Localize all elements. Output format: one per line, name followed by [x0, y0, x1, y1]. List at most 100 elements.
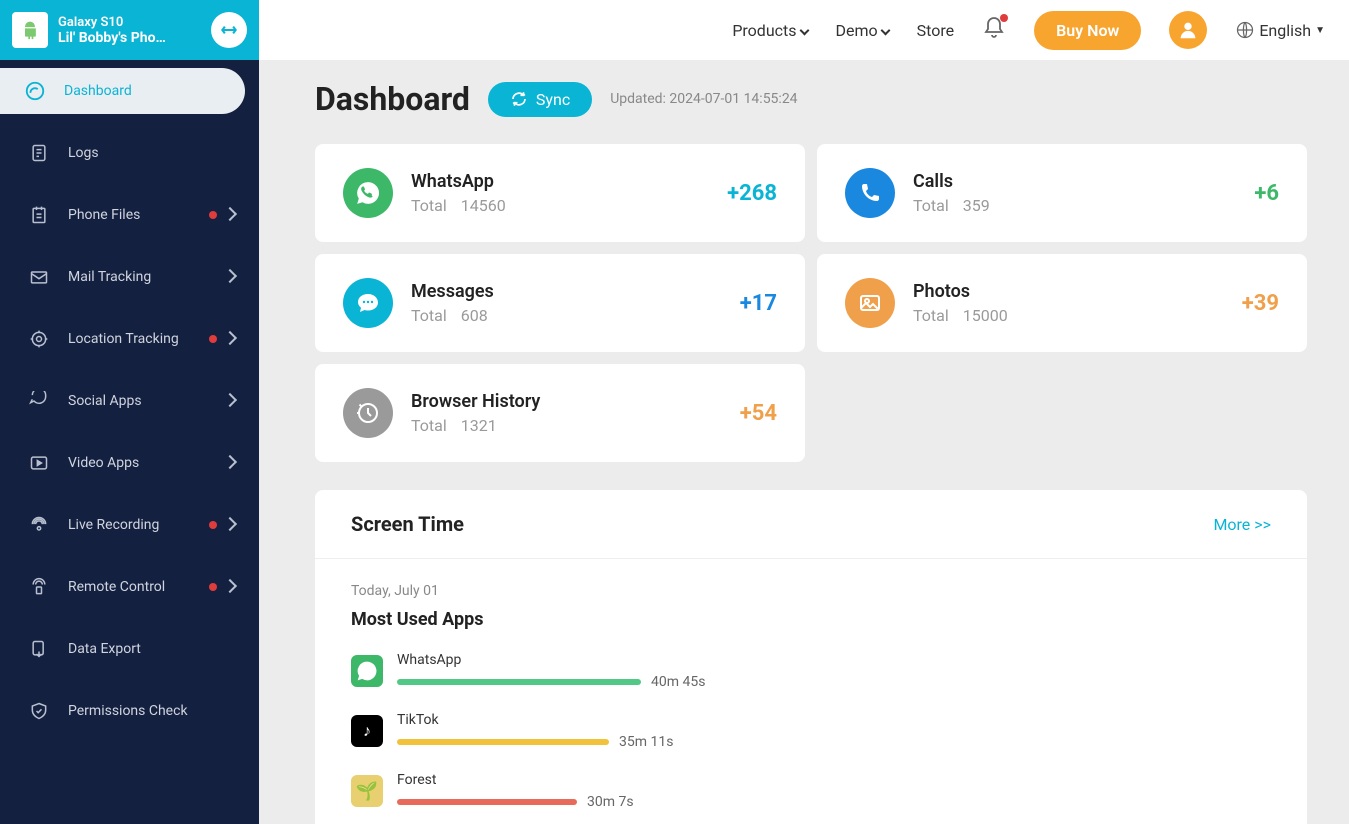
card-delta: +268 [727, 181, 777, 206]
app-time: 40m 45s [651, 674, 705, 690]
sidebar-icon [28, 700, 50, 722]
chevron-right-icon [225, 579, 241, 595]
sidebar-icon [28, 266, 50, 288]
alert-dot [209, 211, 217, 219]
language-label: English [1259, 21, 1311, 40]
device-selector[interactable]: Galaxy S10 Lil' Bobby's Pho… [0, 0, 259, 60]
sidebar-item-location-tracking[interactable]: Location Tracking [0, 308, 259, 370]
nav-demo[interactable]: Demo [836, 21, 889, 40]
sidebar-icon [28, 204, 50, 226]
chevron-down-icon [880, 25, 890, 35]
sidebar-item-logs[interactable]: Logs [0, 122, 259, 184]
sidebar-item-remote-control[interactable]: Remote Control [0, 556, 259, 618]
card-title: Photos [913, 281, 1242, 302]
app-name: TikTok [397, 712, 1271, 728]
nav-products[interactable]: Products [732, 21, 807, 40]
app-icon [351, 655, 383, 687]
device-model: Galaxy S10 [58, 15, 211, 30]
card-total: Total608 [411, 306, 740, 325]
card-messages[interactable]: Messages Total608+17 [315, 254, 805, 352]
screen-time-title: Screen Time [351, 512, 464, 536]
sidebar-item-label: Remote Control [68, 579, 209, 595]
sidebar-icon [24, 80, 46, 102]
android-icon [12, 12, 48, 48]
sidebar-item-live-recording[interactable]: Live Recording [0, 494, 259, 556]
updated-text: Updated: 2024-07-01 14:55:24 [610, 91, 797, 107]
sidebar-icon [28, 576, 50, 598]
sync-icon [510, 90, 528, 108]
switch-device-icon[interactable] [211, 12, 247, 48]
sidebar-item-mail-tracking[interactable]: Mail Tracking [0, 246, 259, 308]
alert-dot [209, 335, 217, 343]
nav-store[interactable]: Store [917, 21, 954, 40]
caret-down-icon: ▼ [1315, 25, 1325, 36]
chevron-right-icon [225, 331, 241, 347]
screen-time-more[interactable]: More >> [1213, 515, 1271, 534]
buy-now-button[interactable]: Buy Now [1034, 11, 1141, 50]
sync-button[interactable]: Sync [488, 82, 592, 117]
buy-now-label: Buy Now [1056, 21, 1119, 40]
sidebar-item-label: Social Apps [68, 393, 225, 409]
sidebar-item-label: Logs [68, 145, 241, 161]
card-delta: +17 [740, 291, 777, 316]
sidebar-item-phone-files[interactable]: Phone Files [0, 184, 259, 246]
card-icon [343, 388, 393, 438]
app-icon: 🌱 [351, 775, 383, 807]
sidebar-item-dashboard[interactable]: Dashboard [0, 68, 245, 114]
sidebar-item-data-export[interactable]: Data Export [0, 618, 259, 680]
usage-bar [397, 679, 641, 685]
alert-dot [209, 583, 217, 591]
chevron-right-icon [225, 455, 241, 471]
card-total: Total14560 [411, 196, 727, 215]
usage-bar [397, 799, 577, 805]
sidebar-item-video-apps[interactable]: Video Apps [0, 432, 259, 494]
app-name: Forest [397, 772, 1271, 788]
sidebar-item-label: Video Apps [68, 455, 225, 471]
avatar[interactable] [1169, 11, 1207, 49]
sidebar-item-label: Data Export [68, 641, 241, 657]
language-selector[interactable]: English ▼ [1235, 20, 1325, 40]
app-time: 30m 7s [587, 794, 634, 810]
nav-store-label: Store [917, 21, 954, 40]
sidebar-item-permissions-check[interactable]: Permissions Check [0, 680, 259, 742]
card-delta: +39 [1242, 291, 1279, 316]
app-row-whatsapp: WhatsApp 40m 45s [351, 652, 1271, 690]
chevron-right-icon [225, 517, 241, 533]
card-title: Calls [913, 171, 1254, 192]
card-icon [845, 168, 895, 218]
notifications-button[interactable] [982, 16, 1006, 44]
nav-demo-label: Demo [836, 21, 878, 40]
sidebar-item-label: Permissions Check [68, 703, 241, 719]
app-name: WhatsApp [397, 652, 1271, 668]
sidebar-item-label: Mail Tracking [68, 269, 225, 285]
card-calls[interactable]: CallsTotal359+6 [817, 144, 1307, 242]
sidebar-item-label: Dashboard [64, 83, 227, 99]
card-whatsapp[interactable]: WhatsAppTotal14560+268 [315, 144, 805, 242]
chevron-right-icon [225, 269, 241, 285]
card-title: Messages [411, 281, 740, 302]
alert-dot [209, 521, 217, 529]
sidebar-icon [28, 638, 50, 660]
card-delta: +6 [1254, 181, 1279, 206]
chevron-down-icon [799, 25, 809, 35]
chevron-right-icon [225, 393, 241, 409]
card-total: Total15000 [913, 306, 1242, 325]
app-time: 35m 11s [619, 734, 673, 750]
app-icon: ♪ [351, 715, 383, 747]
sidebar-item-social-apps[interactable]: Social Apps [0, 370, 259, 432]
card-total: Total1321 [411, 416, 740, 435]
sync-label: Sync [536, 90, 570, 109]
page-title: Dashboard [315, 80, 470, 118]
notification-dot [1000, 14, 1008, 22]
card-browser-history[interactable]: Browser HistoryTotal1321+54 [315, 364, 805, 462]
sidebar-icon [28, 514, 50, 536]
app-row-tiktok: ♪ TikTok 35m 11s [351, 712, 1271, 750]
sidebar-item-label: Live Recording [68, 517, 209, 533]
card-delta: +54 [740, 401, 777, 426]
sidebar-icon [28, 328, 50, 350]
screen-time-subtitle: Most Used Apps [351, 609, 1271, 630]
card-photos[interactable]: Photos Total15000+39 [817, 254, 1307, 352]
usage-bar [397, 739, 609, 745]
sidebar-icon [28, 390, 50, 412]
chevron-right-icon [225, 207, 241, 223]
